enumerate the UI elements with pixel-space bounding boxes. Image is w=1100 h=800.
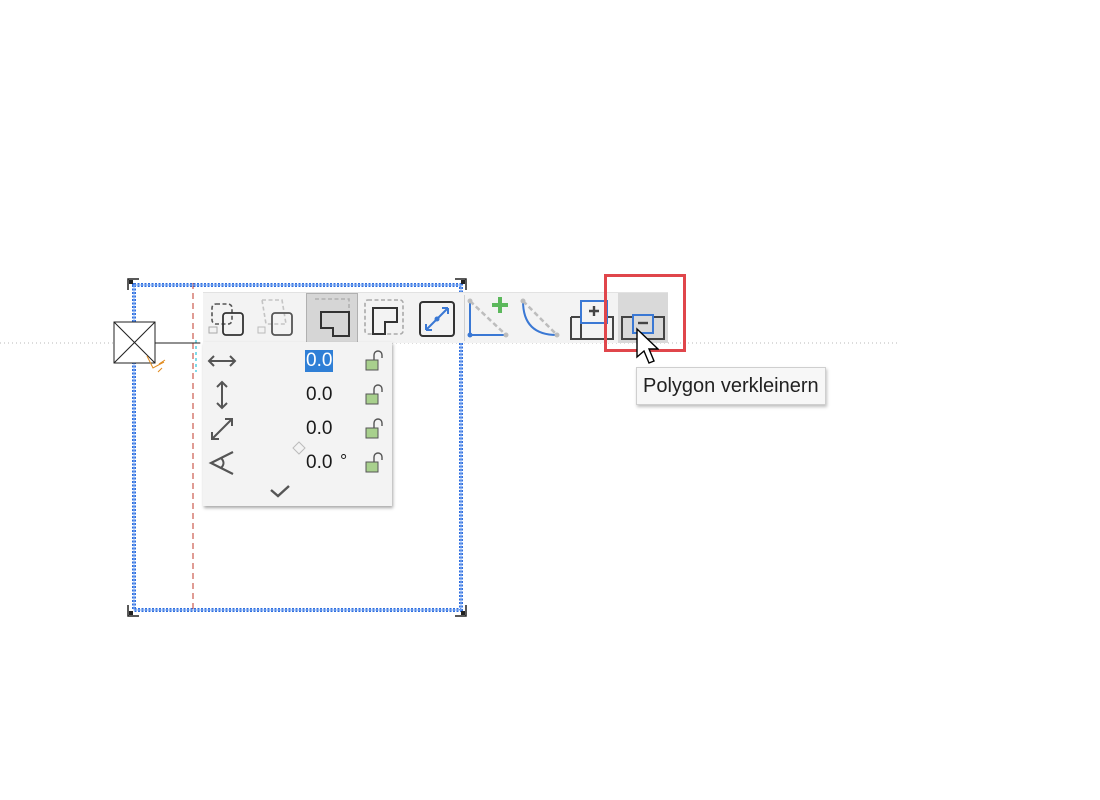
add-vertex-icon (467, 297, 509, 338)
l-shape-offset-icon (364, 299, 404, 335)
diagonal-square-icon (419, 301, 455, 337)
polygon-toolbar (203, 292, 668, 343)
coordinate-input-panel: 0.0 0.0 0.0 0.0 ° (203, 342, 392, 506)
horizontal-distance-icon (205, 344, 239, 378)
arc-button[interactable] (516, 293, 564, 343)
reference-point-icon[interactable] (113, 321, 156, 364)
diagonal-button[interactable] (412, 293, 460, 343)
offset-polygon-button[interactable] (203, 293, 251, 343)
angle-icon (205, 446, 239, 480)
diamond-marker-icon (292, 441, 306, 455)
drawing-area (0, 278, 900, 617)
skew-polygon-button[interactable] (252, 293, 300, 343)
add-vertex-button[interactable] (465, 293, 513, 343)
lock-open-icon[interactable] (364, 452, 384, 474)
horizontal-distance-input[interactable]: 0.0 (305, 350, 334, 372)
vertical-distance-icon (205, 378, 239, 412)
diagonal-distance-input[interactable]: 0.0 (305, 418, 333, 440)
checkmark-icon[interactable] (267, 482, 293, 502)
skew-polygon-icon (257, 299, 293, 336)
offset-polygon-icon (208, 303, 244, 336)
arc-icon (520, 298, 560, 338)
angle-unit: ° (340, 451, 348, 471)
drawing-canvas[interactable]: 0.0 0.0 0.0 0.0 ° Polygon verkleinern (0, 0, 1100, 800)
lock-open-icon[interactable] (364, 350, 384, 372)
mouse-cursor-icon (636, 327, 659, 364)
lock-open-icon[interactable] (364, 418, 384, 440)
vertical-distance-input[interactable]: 0.0 (305, 384, 333, 406)
tooltip: Polygon verkleinern (636, 367, 826, 405)
diagonal-distance-icon (205, 412, 239, 446)
l-shape-icon (315, 298, 350, 337)
horizontal-distance-row: 0.0 (203, 344, 392, 378)
l-shape-offset-button[interactable] (361, 293, 409, 343)
l-shape-button[interactable] (306, 293, 358, 343)
vertical-distance-row: 0.0 (203, 378, 392, 412)
lock-open-icon[interactable] (364, 384, 384, 406)
angle-input[interactable]: 0.0 (305, 452, 333, 474)
